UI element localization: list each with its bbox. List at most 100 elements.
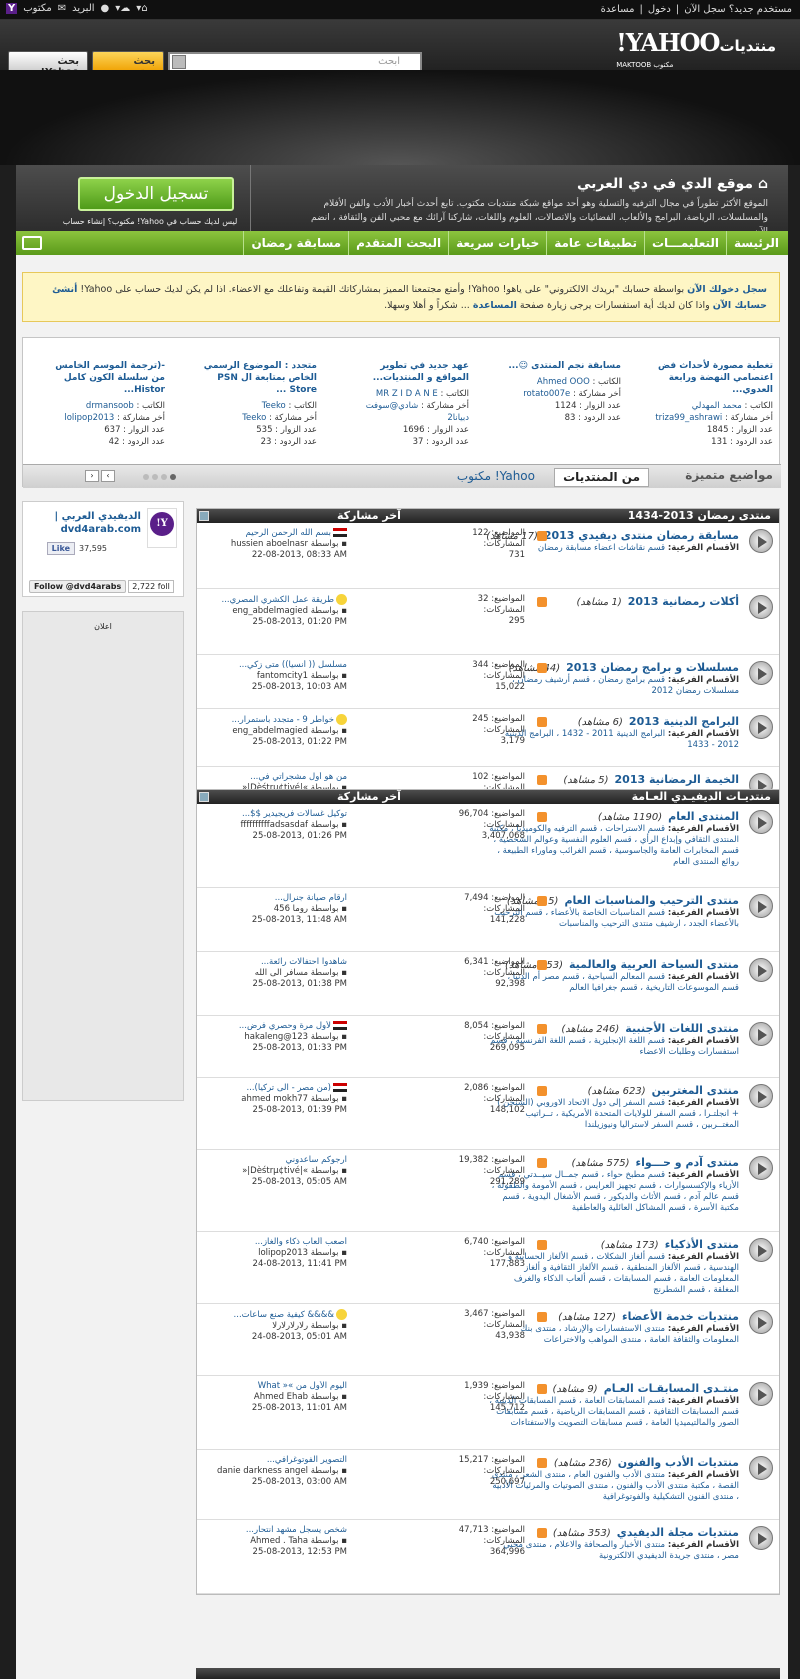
last-post-title[interactable]: التصوير الفوتوغرافي...: [267, 1455, 347, 1465]
rss-icon[interactable]: [537, 531, 547, 541]
maktoob-link[interactable]: مكتوب: [23, 3, 51, 14]
weather-icon[interactable]: ☁▾: [115, 3, 130, 14]
register-link[interactable]: مستخدم جديد؟ سجل الآن: [684, 4, 792, 15]
rss-icon[interactable]: [537, 1158, 547, 1168]
last-post-author[interactable]: eng_abdelmagied: [232, 606, 308, 616]
rss-icon[interactable]: [537, 717, 547, 727]
rss-icon[interactable]: [537, 597, 547, 607]
last-post-author[interactable]: fantomcity1: [257, 671, 308, 681]
last-post-title[interactable]: بسم الله الرحمن الرحيم: [246, 528, 331, 538]
yahoo-maktoob-logo[interactable]: منتدياتYAHOO! مكتوب MAKTOOB: [616, 28, 782, 69]
tab-forums[interactable]: من المنتديات: [554, 468, 649, 487]
forum-name[interactable]: منتدى آدم و حـــواء: [635, 1156, 739, 1169]
forum-name[interactable]: مسابقة رمضان منتدى ديفيدي 2013: [544, 529, 739, 542]
help-link[interactable]: مساعدة: [601, 4, 635, 15]
rss-icon[interactable]: [537, 1312, 547, 1322]
create-account-note[interactable]: ليس لديك حساب في Yahoo! مكتوب؟ إنشاء حسا…: [44, 217, 256, 226]
forum-status-icon[interactable]: [749, 810, 773, 834]
nav-advanced-search[interactable]: البحث المتقدم: [348, 231, 448, 255]
collapse-icon[interactable]: [199, 511, 209, 521]
forum-status-icon[interactable]: [749, 595, 773, 619]
nav-faq[interactable]: التعليمـــات: [644, 231, 726, 255]
featured-last-poster[interactable]: rotato007e: [523, 389, 570, 399]
rss-icon[interactable]: [537, 1086, 547, 1096]
login-button[interactable]: تسجيل الدخول: [78, 177, 234, 211]
featured-author[interactable]: MR Z I D A N E: [376, 389, 438, 399]
rss-icon[interactable]: [537, 896, 547, 906]
search-input[interactable]: ابحث: [168, 52, 422, 72]
forum-status-icon[interactable]: [749, 1456, 773, 1480]
featured-item-title[interactable]: مسابقة نجم المنتدى ☺...: [501, 360, 621, 372]
rss-icon[interactable]: [537, 1528, 547, 1538]
featured-author[interactable]: محمد المهدلي: [692, 401, 742, 411]
last-post-title[interactable]: (من مصر - الى تركيا)...: [246, 1083, 331, 1093]
rss-icon[interactable]: [537, 960, 547, 970]
forum-status-icon[interactable]: [749, 1084, 773, 1108]
tab-yahoo[interactable]: Yahoo! مكتوب: [457, 469, 535, 483]
forum-status-icon[interactable]: [749, 894, 773, 918]
rss-icon[interactable]: [537, 1240, 547, 1250]
forum-name[interactable]: منتدى اللغات الأجنبية: [625, 1022, 739, 1035]
last-post-title[interactable]: خواطر 9 - متجدد باستمرار...: [232, 715, 334, 725]
featured-author[interactable]: Teeko: [262, 401, 286, 411]
featured-last-poster[interactable]: Teeko: [242, 413, 266, 423]
featured-author[interactable]: Ahmed OOO: [537, 377, 590, 387]
last-post-author[interactable]: Ahmed . Taha: [250, 1536, 308, 1546]
forum-status-icon[interactable]: [749, 1310, 773, 1334]
forum-status-icon[interactable]: [749, 1156, 773, 1180]
featured-last-poster[interactable]: lolipop2013: [64, 413, 114, 423]
forum-name[interactable]: مسلسلات و برامج رمضان 2013: [566, 661, 739, 674]
last-post-title[interactable]: من هو أول مشجراتي في...: [250, 772, 347, 782]
last-post-title[interactable]: توكيل غسالات فريجيدير $$...: [242, 809, 347, 819]
like-button[interactable]: Like: [46, 542, 75, 555]
nav-home[interactable]: الرئيسة: [726, 231, 786, 255]
featured-item-title[interactable]: متجدد : الموضوع الرسمي الخاص بمتابعة ال …: [197, 360, 317, 396]
forum-name[interactable]: الخيمة الرمضانية 2013: [615, 773, 739, 786]
home-icon[interactable]: ⌂▾: [136, 3, 147, 14]
screen-icon[interactable]: [22, 236, 42, 250]
rss-icon[interactable]: [537, 775, 547, 785]
forum-name[interactable]: منتديات خدمة الأعضاء: [622, 1310, 739, 1323]
forum-name[interactable]: البرامج الدينية 2013: [629, 715, 739, 728]
last-post-title[interactable]: &&&& كيفية صنع ساعات...: [234, 1310, 334, 1320]
forum-name[interactable]: منتدى السياحة العربية والعالمية: [569, 958, 739, 971]
rss-icon[interactable]: [537, 1024, 547, 1034]
last-post-title[interactable]: أصعب ألعاب ذكاء والغاز...: [255, 1237, 347, 1247]
rss-icon[interactable]: [537, 812, 547, 822]
last-post-author[interactable]: danie darkness angel: [217, 1466, 308, 1476]
forum-status-icon[interactable]: [749, 1382, 773, 1406]
prev-arrow-icon[interactable]: ‹: [85, 470, 99, 482]
featured-item-title[interactable]: تغطية مصورة لأحداث فض اعتصامي النهضة ورا…: [653, 360, 773, 396]
last-post-author[interactable]: »|Dèśtrµ¢tivé|«: [242, 1166, 308, 1176]
last-post-author[interactable]: مسافر الى الله: [255, 968, 308, 978]
forum-name[interactable]: منتدى الأذكياء: [665, 1238, 739, 1251]
slider-arrows[interactable]: › ‹: [85, 470, 115, 482]
last-post-author[interactable]: Ahmed Ehab: [254, 1392, 308, 1402]
last-post-author[interactable]: lolipop2013: [258, 1248, 308, 1258]
next-arrow-icon[interactable]: ›: [101, 470, 115, 482]
last-post-title[interactable]: اليوم الأول من »« What: [258, 1381, 347, 1391]
last-post-title[interactable]: ارقام صيانة جنرال...: [275, 893, 347, 903]
last-post-author[interactable]: hakaleng@123: [244, 1032, 308, 1042]
last-post-author[interactable]: eng_abdelmagied: [232, 726, 308, 736]
featured-item-title[interactable]: -(ترجمة الموسم الخامس من سلسلة الكون كام…: [45, 360, 165, 396]
nav-quick-options[interactable]: خيارات سريعة: [448, 231, 546, 255]
rss-icon[interactable]: [537, 1384, 547, 1394]
nav-apps[interactable]: تطبيقات عامة: [546, 231, 644, 255]
featured-last-poster[interactable]: شادي@سوفت: [366, 401, 419, 411]
forum-status-icon[interactable]: [749, 1526, 773, 1550]
rss-icon[interactable]: [537, 663, 547, 673]
forum-status-icon[interactable]: [749, 715, 773, 739]
forum-status-icon[interactable]: [749, 958, 773, 982]
forum-name[interactable]: منتدى الترحيب والمناسبات العام: [564, 894, 739, 907]
nav-ramadan-contest[interactable]: مسابقة رمضان: [243, 231, 348, 255]
featured-last-poster[interactable]: triza99_ashrawi: [655, 413, 722, 423]
forum-name[interactable]: المنتدى العام: [668, 810, 739, 823]
forum-name[interactable]: منتديات مجلة الديفيدي: [617, 1526, 739, 1539]
collapse-icon[interactable]: [199, 792, 209, 802]
forum-status-icon[interactable]: [749, 1238, 773, 1262]
last-post-title[interactable]: مسلسل (( أنسيا)) متى زكي...: [239, 660, 347, 670]
last-post-author[interactable]: ffffffffffadsasdaf: [240, 820, 308, 830]
mail-link[interactable]: البريد: [72, 3, 94, 14]
forum-status-icon[interactable]: [749, 1022, 773, 1046]
